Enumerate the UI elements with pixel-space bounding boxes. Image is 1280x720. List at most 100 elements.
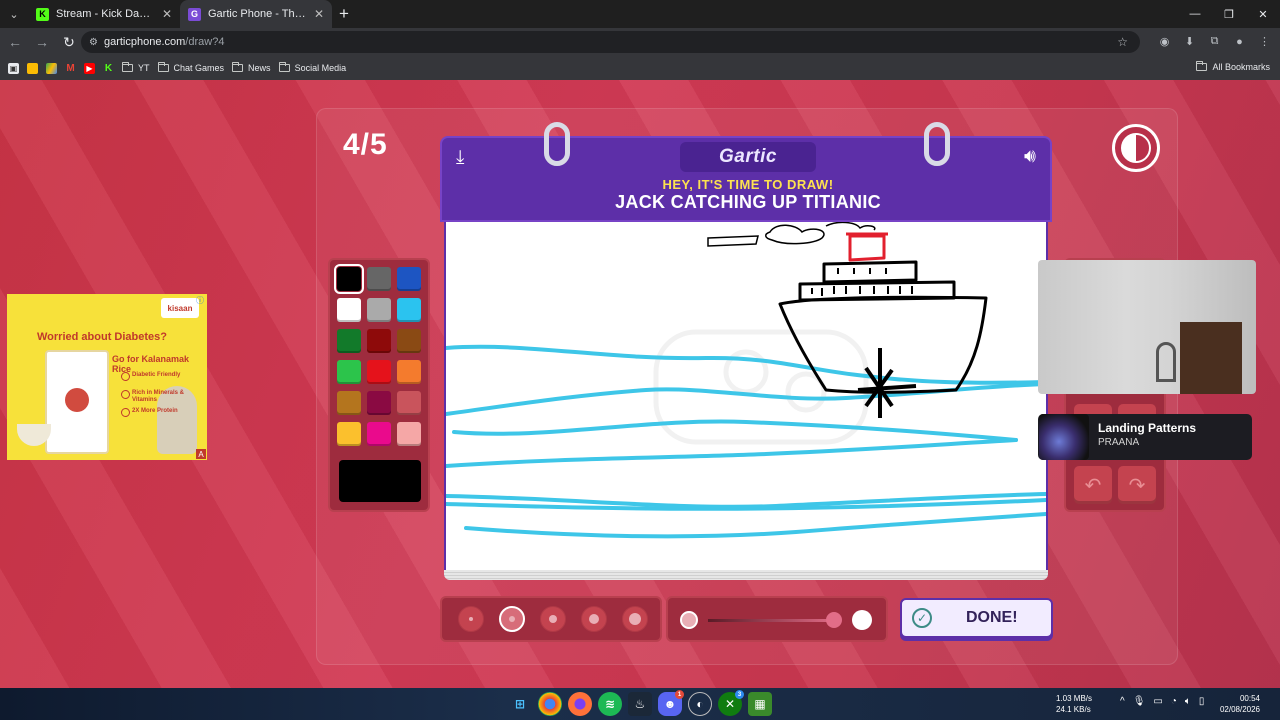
bookmark-kick[interactable]: K xyxy=(103,63,114,74)
bookmark-folder-social-media[interactable]: Social Media xyxy=(278,62,346,73)
discord-icon[interactable]: ☻ 1 xyxy=(658,690,684,716)
reload-icon[interactable]: ↻ xyxy=(57,30,81,54)
check-icon: ✓ xyxy=(912,608,932,628)
close-tab-icon[interactable]: ✕ xyxy=(314,7,324,21)
all-bookmarks[interactable]: All Bookmarks xyxy=(1196,61,1270,72)
extensions-icon[interactable]: ⧉ xyxy=(1205,32,1224,51)
wifi-icon[interactable]: ◔ xyxy=(1171,696,1177,707)
tray-overflow-icon[interactable]: ^ xyxy=(1120,696,1125,707)
browser-toolbar: ← → ↻ ⚙ garticphone.com/draw?4 ☆ ◉ ⬇ ⧉ ●… xyxy=(0,28,1280,56)
color-swatch[interactable] xyxy=(367,329,391,353)
bookmark-photos[interactable]: ▣ xyxy=(8,62,19,74)
brush-size-option[interactable] xyxy=(458,606,484,632)
ad-subheadline: Go for Kalanamak Rice xyxy=(112,354,190,374)
chrome-icon[interactable] xyxy=(538,692,562,716)
opacity-handle[interactable] xyxy=(826,612,842,628)
color-swatch[interactable] xyxy=(337,422,361,446)
bookmark-folder-news[interactable]: News xyxy=(232,62,271,73)
advertisement[interactable]: kisaan ⓘ Worried about Diabetes? Go for … xyxy=(7,294,207,460)
redo-button[interactable]: ↷ xyxy=(1118,466,1156,504)
spotify-icon[interactable]: ≋ xyxy=(598,692,622,716)
xbox-icon[interactable]: ✕ 3 xyxy=(718,690,744,716)
color-swatch[interactable] xyxy=(337,391,361,415)
notification-badge: 3 xyxy=(735,690,744,699)
time: 00:54 xyxy=(1239,694,1260,703)
done-button[interactable]: ✓ DONE! xyxy=(900,598,1053,638)
bookmark-youtube[interactable]: ▶ xyxy=(84,62,95,74)
back-icon[interactable]: ← xyxy=(3,30,27,54)
close-tab-icon[interactable]: ✕ xyxy=(162,7,172,21)
color-swatch[interactable] xyxy=(337,298,361,322)
undo-button[interactable]: ↶ xyxy=(1074,466,1112,504)
color-swatch[interactable] xyxy=(337,329,361,353)
minimize-icon[interactable]: — xyxy=(1178,0,1212,28)
bookmark-folder-chat-games[interactable]: Chat Games xyxy=(157,62,224,73)
current-color-preview xyxy=(339,460,421,502)
menu-icon[interactable]: ⋮ xyxy=(1255,32,1274,51)
bookmark-folder-yt[interactable]: YT xyxy=(122,62,150,73)
steam-icon[interactable]: ♨ xyxy=(628,692,652,716)
folder-icon xyxy=(278,62,290,72)
color-swatch[interactable] xyxy=(367,360,391,384)
drawing-canvas[interactable] xyxy=(444,221,1048,576)
brush-size-option[interactable] xyxy=(499,606,525,632)
bookmarks-bar: ▣ M ▶ K YT Chat Games News Social Media … xyxy=(0,56,1280,80)
opacity-track[interactable] xyxy=(708,619,838,622)
volume-icon[interactable]: 🔊︎ xyxy=(1024,146,1036,168)
close-window-icon[interactable]: ✕ xyxy=(1246,0,1280,28)
round-counter: 4/5 xyxy=(343,128,388,161)
opacity-slider[interactable] xyxy=(666,596,888,642)
profile-avatar[interactable]: ● xyxy=(1230,32,1249,51)
download-icon[interactable]: ⬇ xyxy=(1180,32,1199,51)
ad-choices-icon[interactable]: A xyxy=(196,449,206,459)
notebook-page-edges xyxy=(444,570,1048,580)
bookmark-star-icon[interactable]: ☆ xyxy=(1117,35,1128,49)
tab-strip: ⌄ K Stream - Kick Dashboard ✕ G Gartic P… xyxy=(0,0,1280,28)
bookmark-keep[interactable] xyxy=(27,62,38,74)
theme-toggle-button[interactable] xyxy=(1112,124,1160,172)
microphone-icon[interactable]: 🎙︎ xyxy=(1133,696,1146,707)
firefox-icon[interactable] xyxy=(568,692,592,716)
address-bar[interactable]: ⚙ garticphone.com/draw?4 ☆ xyxy=(81,31,1140,53)
color-swatch[interactable] xyxy=(397,329,421,353)
ad-info-icon[interactable]: ⓘ xyxy=(196,295,206,305)
color-swatch[interactable] xyxy=(397,298,421,322)
color-swatch[interactable] xyxy=(334,264,364,294)
incognito-icon[interactable]: ◉ xyxy=(1155,32,1174,51)
maximize-icon[interactable]: ❐ xyxy=(1212,0,1246,28)
prompt-text: JACK CATCHING UP TITIANIC xyxy=(615,192,881,212)
forward-icon[interactable]: → xyxy=(30,30,54,54)
site-info-icon[interactable]: ⚙ xyxy=(89,37,98,48)
brush-size-option[interactable] xyxy=(581,606,607,632)
color-swatch[interactable] xyxy=(367,267,391,291)
download-drawing-icon[interactable]: ⤓ xyxy=(456,147,464,169)
color-swatch[interactable] xyxy=(397,267,421,291)
rice-bag-image xyxy=(45,350,109,454)
folder-icon xyxy=(122,62,133,72)
bookmark-gmail[interactable]: M xyxy=(65,63,76,74)
minecraft-icon[interactable]: ▦ xyxy=(748,692,772,716)
new-tab-button[interactable]: + xyxy=(332,0,356,28)
display-icon[interactable]: ▭ xyxy=(1153,696,1162,707)
color-swatch[interactable] xyxy=(337,360,361,384)
color-palette xyxy=(328,258,430,512)
start-icon[interactable]: ⊞ xyxy=(508,692,532,716)
speaker-icon[interactable]: 🔈︎ xyxy=(1185,696,1191,707)
brush-size-option[interactable] xyxy=(540,606,566,632)
battery-icon[interactable]: ▯ xyxy=(1199,696,1205,707)
obs-icon[interactable]: ◐ xyxy=(688,692,712,716)
brush-size-option[interactable] xyxy=(622,606,648,632)
bookmark-drive[interactable] xyxy=(46,62,57,74)
prompt-instruction: HEY, IT'S TIME TO DRAW! xyxy=(662,177,834,192)
tab-kick-dashboard[interactable]: K Stream - Kick Dashboard ✕ xyxy=(28,0,180,28)
color-swatch[interactable] xyxy=(397,422,421,446)
color-swatch[interactable] xyxy=(397,360,421,384)
tab-search-icon[interactable]: ⌄ xyxy=(0,0,28,28)
color-swatch[interactable] xyxy=(397,391,421,415)
color-swatch[interactable] xyxy=(367,422,391,446)
color-swatch[interactable] xyxy=(367,298,391,322)
tab-gartic-phone[interactable]: G Gartic Phone - The Telephone G ✕ xyxy=(180,0,332,28)
brush-size-picker xyxy=(440,596,662,642)
clock[interactable]: 00:54 02/08/2026 xyxy=(1220,693,1260,715)
color-swatch[interactable] xyxy=(367,391,391,415)
